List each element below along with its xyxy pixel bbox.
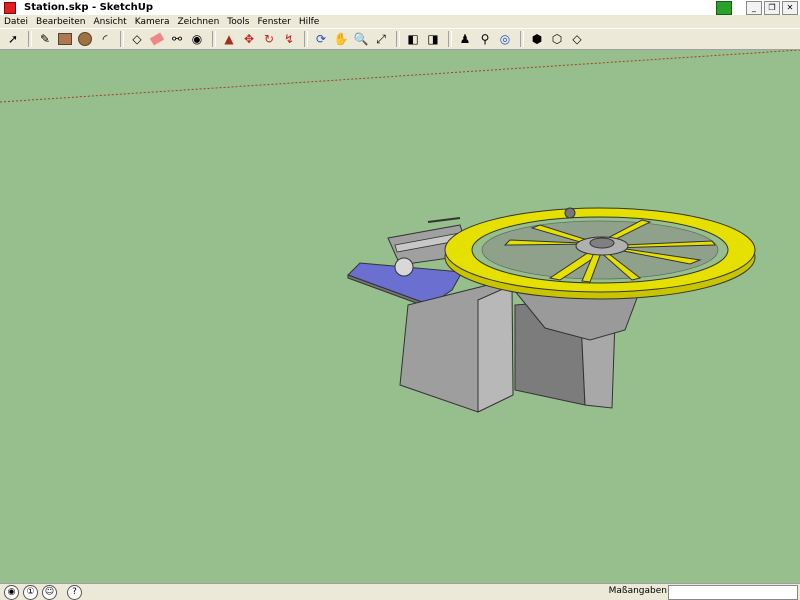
zoom-extents-icon[interactable]: ⤢ <box>372 30 390 48</box>
red-axis-line <box>0 50 800 103</box>
previous-view-icon[interactable]: ◧ <box>404 30 422 48</box>
toolbar-separator <box>304 31 308 47</box>
share-component-icon[interactable]: ◇ <box>568 30 586 48</box>
orbit-icon[interactable]: ⟳ <box>312 30 330 48</box>
rail-top <box>427 217 461 223</box>
position-camera-icon[interactable]: ♟ <box>456 30 474 48</box>
pillar-side <box>477 284 514 413</box>
menu-kamera[interactable]: Kamera <box>131 17 174 27</box>
select-tool-icon[interactable]: ➚ <box>4 30 22 48</box>
pulley-wheel[interactable] <box>394 257 414 277</box>
window-controls: _ ❐ ✕ <box>716 0 800 15</box>
look-around-icon[interactable]: ◎ <box>496 30 514 48</box>
toolbar-separator <box>120 31 124 47</box>
minimize-button[interactable]: _ <box>746 0 762 15</box>
help-icon[interactable]: ? <box>67 584 82 600</box>
menu-fenster[interactable]: Fenster <box>253 17 294 27</box>
arc-tool-icon[interactable]: ◜ <box>96 30 114 48</box>
status-indicator-icon <box>716 0 732 15</box>
window-title: Station.skp - SketchUp <box>24 2 154 13</box>
menu-bar: Datei Bearbeiten Ansicht Kamera Zeichnen… <box>0 15 800 28</box>
paint-bucket-icon[interactable]: ◉ <box>188 30 206 48</box>
toolbar-separator <box>448 31 452 47</box>
menu-datei[interactable]: Datei <box>0 17 32 27</box>
move-icon[interactable]: ✥ <box>240 30 258 48</box>
hub-axle <box>589 237 615 249</box>
menu-tools[interactable]: Tools <box>223 17 253 27</box>
toolbar-separator <box>396 31 400 47</box>
menu-ansicht[interactable]: Ansicht <box>89 17 130 27</box>
user-icon[interactable]: ☺ <box>42 584 57 600</box>
toolbar-separator <box>28 31 32 47</box>
menu-hilfe[interactable]: Hilfe <box>295 17 323 27</box>
geo-location-icon[interactable]: ◉ <box>4 584 19 600</box>
walk-icon[interactable]: ⚲ <box>476 30 494 48</box>
circle-tool-icon[interactable] <box>76 30 94 48</box>
measurements-input[interactable] <box>668 585 798 600</box>
toolbar-separator <box>520 31 524 47</box>
rotate-icon[interactable]: ↻ <box>260 30 278 48</box>
share-model-icon[interactable]: ⬡ <box>548 30 566 48</box>
zoom-icon[interactable]: 🔍 <box>352 30 370 48</box>
measurements-label: Maßangaben <box>608 586 667 596</box>
drawing-area[interactable] <box>0 50 800 583</box>
menu-zeichnen[interactable]: Zeichnen <box>173 17 223 27</box>
menu-bearbeiten[interactable]: Bearbeiten <box>32 17 89 27</box>
close-button[interactable]: ✕ <box>782 0 798 15</box>
tape-measure-icon[interactable]: ⚯ <box>168 30 186 48</box>
pan-icon[interactable]: ✋ <box>332 30 350 48</box>
title-bar: Station.skp - SketchUp _ ❐ ✕ <box>0 0 800 16</box>
make-component-icon[interactable]: ◇ <box>128 30 146 48</box>
restore-button[interactable]: ❐ <box>764 0 780 15</box>
rectangle-tool-icon[interactable] <box>56 30 74 48</box>
top-knob <box>564 207 576 219</box>
toolbar-separator <box>212 31 216 47</box>
next-view-icon[interactable]: ◨ <box>424 30 442 48</box>
status-bar: ◉ ① ☺ ? Maßangaben <box>0 583 800 600</box>
pencil-tool-icon[interactable]: ✎ <box>36 30 54 48</box>
get-models-icon[interactable]: ⬢ <box>528 30 546 48</box>
main-toolbar: ➚ ✎ ◜ ◇ ⚯ ◉ ▲ ✥ ↻ ↯ ⟳ ✋ 🔍 ⤢ ◧ ◨ ♟ ⚲ ◎ ⬢ … <box>0 28 800 50</box>
model-scene[interactable] <box>0 50 800 583</box>
sketchup-app-icon[interactable] <box>4 1 16 14</box>
push-pull-icon[interactable]: ▲ <box>220 30 238 48</box>
follow-me-icon[interactable]: ↯ <box>280 30 298 48</box>
eraser-icon[interactable] <box>148 30 166 48</box>
credits-icon[interactable]: ① <box>23 584 38 600</box>
